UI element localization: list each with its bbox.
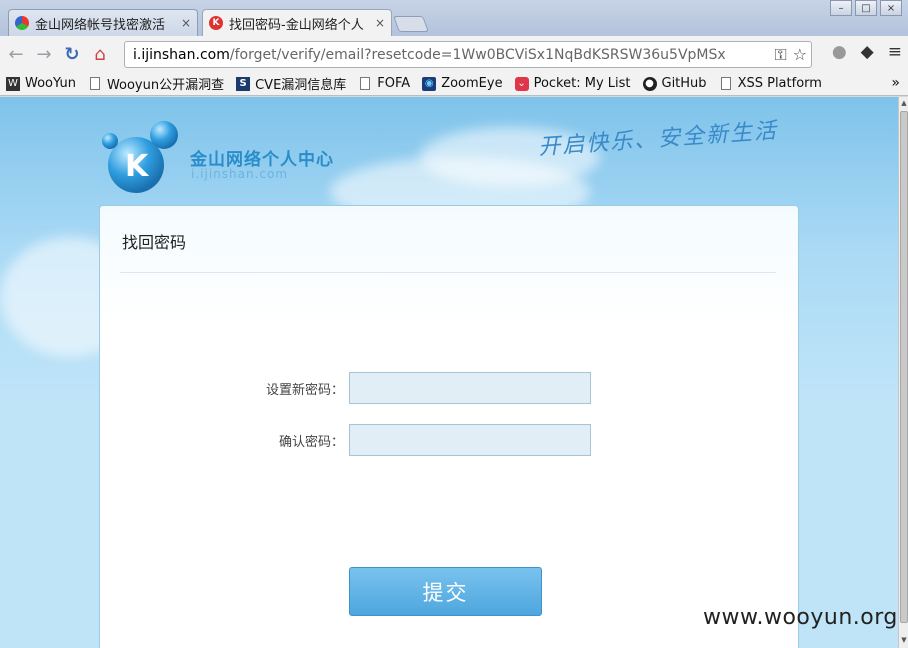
reset-password-panel: 找回密码 设置新密码： 确认密码： 提交: [99, 205, 799, 648]
address-bar[interactable]: i.ijinshan.com/forget/verify/email?reset…: [124, 41, 812, 68]
key-icon[interactable]: ⚿: [774, 45, 786, 65]
divider: [120, 272, 776, 273]
bookmark-label: ZoomEye: [441, 76, 503, 91]
bookmark-label: GitHub: [661, 76, 707, 91]
back-arrow-icon[interactable]: ←: [4, 42, 28, 66]
cve-s-icon: S: [236, 76, 251, 91]
bookmark-label: FOFA: [377, 76, 411, 91]
wooyun-icon: W: [6, 76, 20, 91]
window-controls: – □ ×: [830, 0, 902, 16]
tab-strip: 金山网络帐号找密激活 × K 找回密码-金山网络个人 × – □ ×: [0, 0, 908, 36]
bookmark-cve[interactable]: S CVE漏洞信息库: [236, 74, 346, 93]
maximize-button[interactable]: □: [855, 0, 877, 16]
scroll-thumb[interactable]: [900, 111, 908, 623]
watermark: www.wooyun.org: [703, 605, 898, 630]
omnibox-actions: ⚿ ☆: [774, 45, 807, 65]
bookmark-pocket[interactable]: ⌄ Pocket: My List: [514, 76, 631, 91]
confirm-password-input[interactable]: [349, 424, 591, 456]
minimize-button[interactable]: –: [830, 0, 852, 16]
page-viewport: K 金山网络个人中心 i.ijinshan.com 开启快乐、安全新生活 找回密…: [0, 97, 898, 648]
tab-find-password[interactable]: K 找回密码-金山网络个人 ×: [202, 9, 392, 36]
menu-icon[interactable]: ≡: [888, 42, 902, 62]
close-window-button[interactable]: ×: [880, 0, 902, 16]
reload-icon[interactable]: ↻: [60, 42, 84, 66]
confirm-password-label: 确认密码：: [278, 435, 344, 450]
page-icon: [88, 77, 102, 91]
jinshan-colorful-icon: [15, 16, 29, 30]
submit-button[interactable]: 提交: [349, 567, 542, 616]
bookmarks-bar: W WooYun Wooyun公开漏洞查 S CVE漏洞信息库 FOFA ◉ Z…: [0, 72, 908, 96]
eye-icon: ◉: [422, 76, 437, 91]
logo-subtitle: i.ijinshan.com: [191, 167, 289, 181]
close-icon[interactable]: ×: [375, 16, 385, 30]
bookmark-xss-platform[interactable]: XSS Platform: [719, 76, 822, 91]
pocket-icon: ⌄: [514, 76, 529, 91]
bookmarks-overflow-chevron-icon[interactable]: »: [891, 75, 900, 91]
url-path: /forget/verify/email?resetcode=1Ww0BCViS…: [229, 46, 726, 63]
url-host: i.ijinshan.com: [133, 46, 230, 63]
jinshan-k-logo: K: [102, 121, 178, 193]
bookmark-label: Pocket: My List: [533, 76, 631, 91]
bookmark-label: XSS Platform: [737, 76, 822, 91]
star-bookmark-icon[interactable]: ☆: [793, 45, 807, 65]
bookmark-label: Wooyun公开漏洞查: [106, 78, 225, 93]
diamond-extension-icon[interactable]: ◆: [861, 42, 874, 62]
vertical-scrollbar[interactable]: ▲ ▼: [898, 97, 908, 648]
scroll-up-arrow-icon[interactable]: ▲: [899, 99, 908, 109]
toolbar-extensions: ● ◆ ≡: [832, 42, 902, 62]
page-icon: [358, 77, 372, 91]
kingsoft-k-red-icon: K: [209, 16, 223, 30]
page-icon: [719, 77, 733, 91]
panel-title: 找回密码: [122, 233, 187, 252]
slogan: 开启快乐、安全新生活: [537, 118, 779, 161]
new-password-row: 设置新密码：: [100, 372, 800, 404]
globe-extension-icon[interactable]: ●: [832, 42, 847, 62]
bookmark-label: CVE漏洞信息库: [255, 78, 347, 93]
bookmark-label: WooYun: [25, 76, 76, 91]
new-password-label: 设置新密码：: [265, 383, 344, 398]
bookmark-wooyun[interactable]: W WooYun: [6, 76, 76, 91]
close-icon[interactable]: ×: [181, 16, 191, 30]
tab-title: 找回密码-金山网络个人: [229, 17, 364, 33]
github-icon: ●: [642, 76, 657, 91]
new-password-input[interactable]: [349, 372, 591, 404]
browser-toolbar: ← → ↻ ⌂ i.ijinshan.com/forget/verify/ema…: [0, 36, 908, 72]
bookmark-zoomeye[interactable]: ◉ ZoomEye: [422, 76, 503, 91]
tab-jinshan-activation[interactable]: 金山网络帐号找密激活 ×: [8, 9, 198, 36]
home-icon[interactable]: ⌂: [88, 42, 112, 66]
tab-title: 金山网络帐号找密激活: [35, 17, 166, 33]
new-tab-button[interactable]: [393, 16, 429, 32]
bookmark-fofa[interactable]: FOFA: [358, 76, 410, 91]
scroll-down-arrow-icon[interactable]: ▼: [899, 636, 908, 646]
bookmark-wooyun-public[interactable]: Wooyun公开漏洞查: [88, 74, 224, 93]
bookmark-github[interactable]: ● GitHub: [642, 76, 707, 91]
forward-arrow-icon[interactable]: →: [32, 42, 56, 66]
confirm-password-row: 确认密码：: [100, 424, 800, 456]
logo-letter: K: [125, 149, 150, 184]
